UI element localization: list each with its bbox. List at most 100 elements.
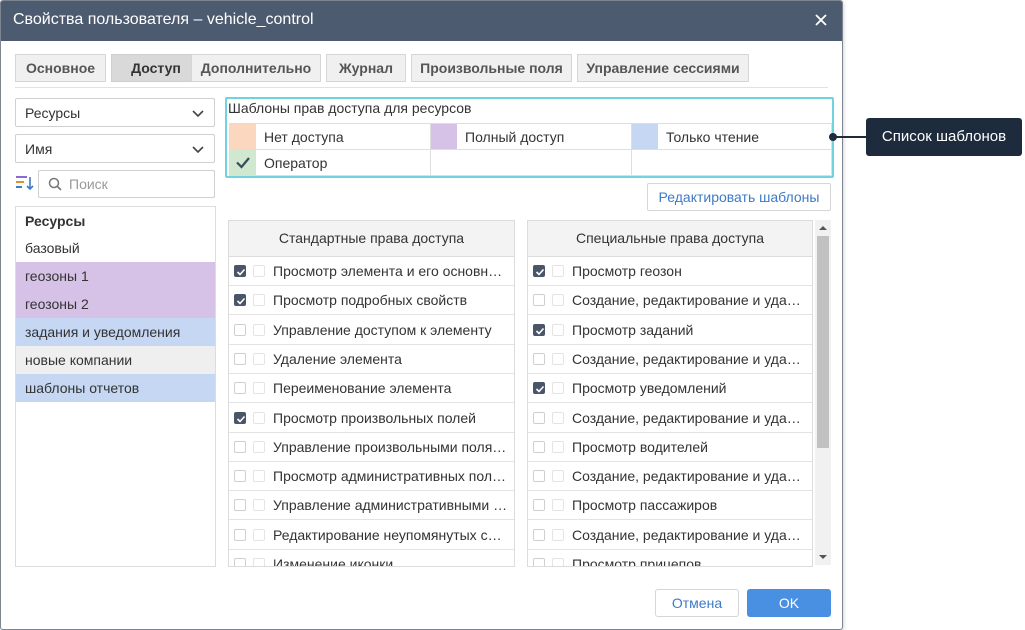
list-item[interactable]: задания и уведомления [16, 318, 215, 346]
list-item[interactable]: базовый [16, 234, 215, 262]
template-checkbox[interactable] [552, 323, 564, 336]
tab-access[interactable]: Доступ [111, 54, 201, 82]
tab-main[interactable]: Основное [15, 54, 106, 82]
permission-checkbox[interactable] [533, 470, 545, 483]
permission-row: Создание, редактирование и удал… [528, 462, 812, 492]
check-icon [236, 157, 250, 169]
permission-checkbox[interactable] [234, 294, 246, 307]
template-operator[interactable]: Оператор [230, 150, 431, 176]
item-type-select[interactable]: Ресурсы [15, 98, 215, 127]
template-label: Полный доступ [465, 129, 565, 145]
template-no-access[interactable]: Нет доступа [230, 124, 431, 150]
permission-checkbox[interactable] [533, 294, 545, 307]
tab-session-management[interactable]: Управление сессиями [577, 54, 749, 82]
search-box [38, 170, 215, 198]
permission-checkbox[interactable] [533, 382, 545, 395]
tab-log[interactable]: Журнал [326, 54, 406, 82]
template-checkbox[interactable] [253, 323, 265, 336]
permission-label: Просмотр произвольных полей [273, 409, 476, 426]
template-read-only[interactable]: Только чтение [632, 124, 832, 150]
permission-label: Редактирование неупомянутых св… [273, 526, 508, 543]
permission-row: Изменение иконки [229, 550, 514, 566]
permission-row: Просмотр уведомлений [528, 374, 812, 404]
template-checkbox[interactable] [253, 411, 265, 424]
permission-checkbox[interactable] [234, 440, 246, 453]
template-checkbox[interactable] [253, 558, 265, 566]
close-icon[interactable] [812, 10, 830, 30]
tab-custom-fields[interactable]: Произвольные поля [411, 54, 572, 82]
permission-checkbox[interactable] [533, 499, 545, 512]
template-checkbox[interactable] [552, 294, 564, 307]
rights-scrollbar[interactable] [815, 220, 831, 565]
permission-checkbox[interactable] [533, 558, 545, 566]
permission-checkbox[interactable] [234, 528, 246, 541]
template-swatch [230, 150, 256, 175]
scroll-up-icon[interactable] [819, 224, 827, 232]
permission-checkbox[interactable] [234, 352, 246, 365]
template-checkbox[interactable] [552, 558, 564, 566]
permission-checkbox[interactable] [234, 382, 246, 395]
template-checkbox[interactable] [552, 470, 564, 483]
template-swatch [230, 124, 256, 149]
list-item[interactable]: геозоны 1 [16, 262, 215, 290]
standard-rights-panel: Стандартные права доступа Просмотр элеме… [228, 220, 515, 567]
sort-order-icon[interactable] [15, 173, 35, 193]
permission-checkbox[interactable] [234, 470, 246, 483]
permission-checkbox[interactable] [533, 323, 545, 336]
permission-checkbox[interactable] [234, 323, 246, 336]
template-checkbox[interactable] [253, 294, 265, 307]
ok-button[interactable]: OK [747, 589, 831, 617]
template-full-access[interactable]: Полный доступ [431, 124, 632, 150]
template-checkbox[interactable] [552, 499, 564, 512]
search-icon [48, 177, 62, 191]
template-checkbox[interactable] [552, 382, 564, 395]
list-item[interactable]: шаблоны отчетов [16, 374, 215, 402]
permission-label: Создание, редактирование и удал… [572, 350, 806, 367]
access-templates-grid: Нет доступа Полный доступ Только чтение … [229, 123, 832, 176]
permission-checkbox[interactable] [234, 411, 246, 424]
template-checkbox[interactable] [552, 440, 564, 453]
template-checkbox[interactable] [552, 528, 564, 541]
edit-templates-button[interactable]: Редактировать шаблоны [647, 183, 831, 211]
template-checkbox[interactable] [552, 265, 564, 277]
permission-checkbox[interactable] [533, 352, 545, 365]
resource-list-header: Ресурсы [25, 213, 86, 229]
item-type-value: Ресурсы [25, 105, 81, 121]
permission-label: Просмотр прицепов [572, 556, 702, 567]
cancel-button[interactable]: Отмена [655, 589, 739, 617]
template-checkbox[interactable] [253, 352, 265, 365]
template-checkbox[interactable] [552, 352, 564, 365]
standard-rights-header: Стандартные права доступа [229, 221, 514, 257]
permission-row: Редактирование неупомянутых св… [229, 521, 514, 550]
template-checkbox[interactable] [253, 470, 265, 483]
permission-checkbox[interactable] [234, 265, 246, 277]
template-checkbox[interactable] [253, 440, 265, 453]
tab-additional[interactable]: Дополнительно [191, 54, 321, 82]
chevron-down-icon [192, 146, 204, 154]
list-item[interactable]: новые компании [16, 346, 215, 374]
permission-row: Удаление элемента [229, 345, 514, 374]
template-checkbox[interactable] [253, 265, 265, 277]
check-icon [535, 386, 545, 393]
template-checkbox[interactable] [253, 528, 265, 541]
sort-select[interactable]: Имя [15, 134, 215, 163]
scrollbar-thumb[interactable] [817, 236, 829, 448]
permission-checkbox[interactable] [234, 558, 246, 566]
permission-row: Просмотр водителей [528, 433, 812, 462]
permission-label: Удаление элемента [273, 350, 402, 367]
template-checkbox[interactable] [253, 382, 265, 395]
permission-checkbox[interactable] [533, 440, 545, 453]
search-input[interactable] [67, 174, 207, 194]
permission-label: Просмотр подробных свойств [273, 292, 468, 309]
check-icon [535, 327, 545, 335]
template-swatch [431, 124, 457, 149]
permission-checkbox[interactable] [533, 411, 545, 424]
permission-checkbox[interactable] [234, 499, 246, 512]
permission-checkbox[interactable] [533, 528, 545, 541]
template-checkbox[interactable] [253, 499, 265, 512]
permission-row: Просмотр пассажиров [528, 491, 812, 521]
permission-checkbox[interactable] [533, 265, 545, 277]
list-item[interactable]: геозоны 2 [16, 290, 215, 318]
scroll-down-icon[interactable] [819, 553, 827, 561]
template-checkbox[interactable] [552, 411, 564, 424]
